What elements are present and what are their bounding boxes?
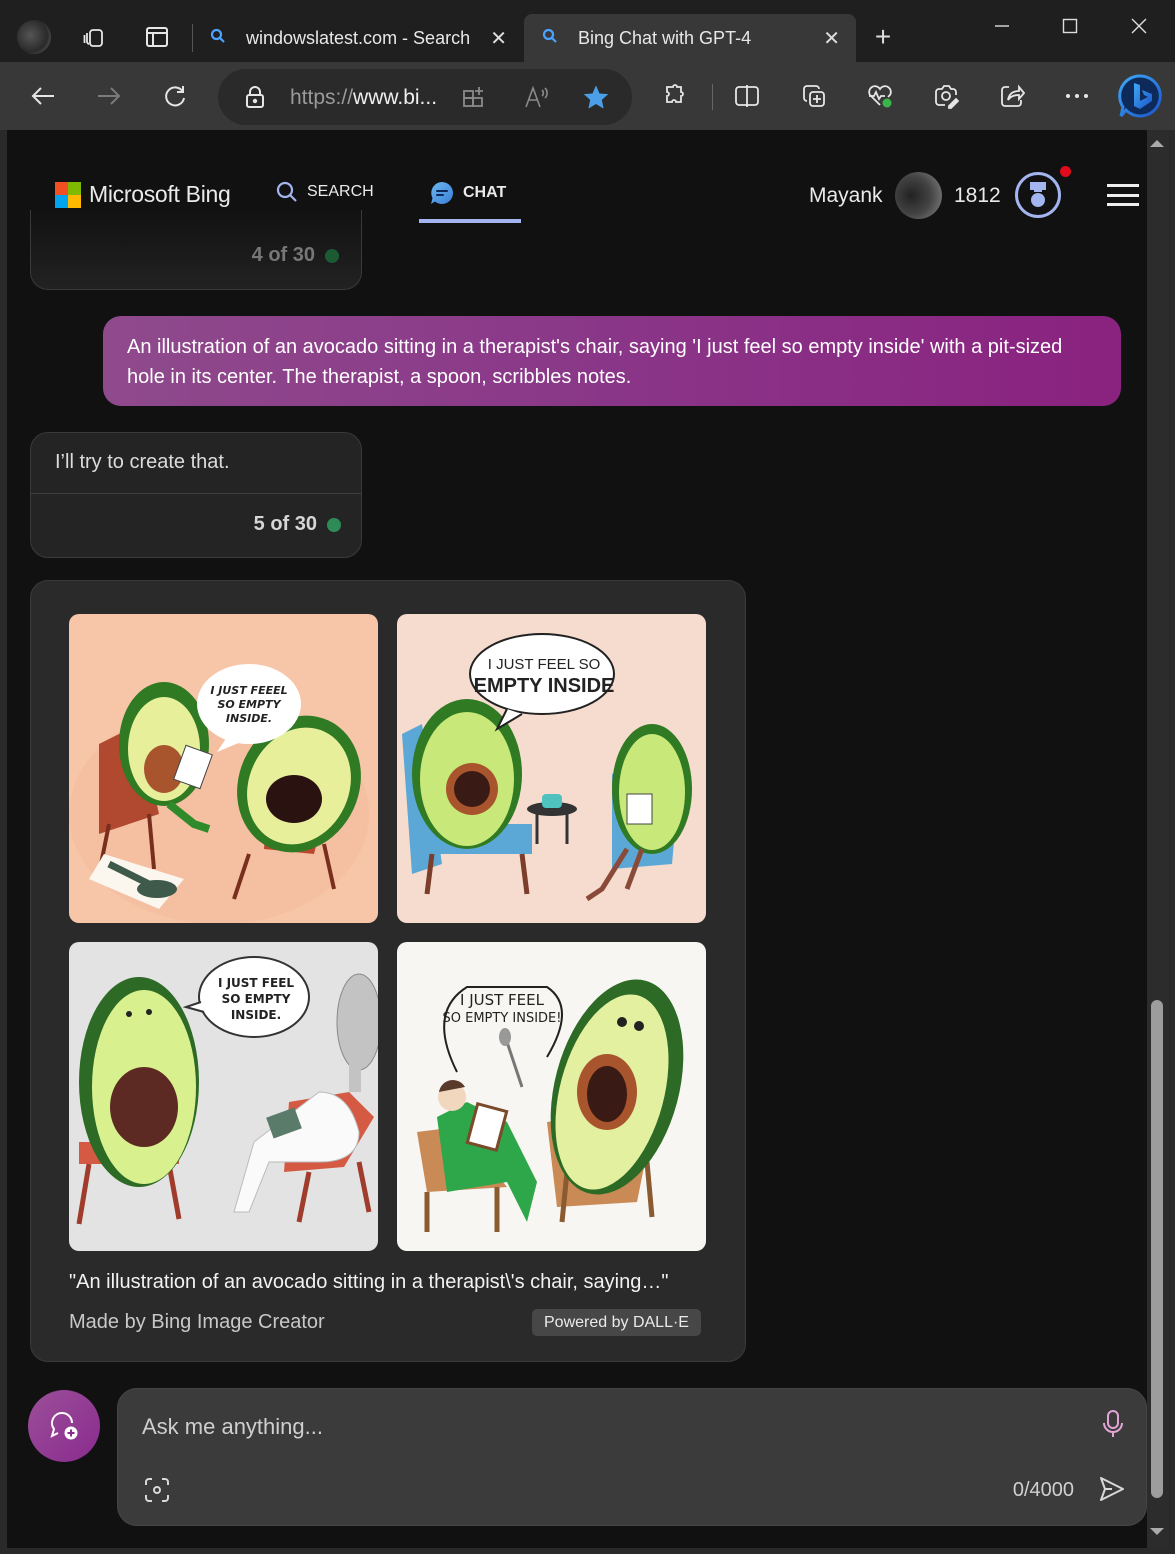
speech-text: INSIDE. <box>226 712 272 725</box>
search-favicon-icon <box>210 28 232 49</box>
speech-text: I JUST FEEL <box>218 976 294 990</box>
split-screen-icon[interactable] <box>729 78 765 114</box>
bot-reply-text: I’ll try to create that. <box>55 451 230 473</box>
generated-image-3[interactable]: I JUST FEEL SO EMPTY INSIDE. <box>69 942 378 1251</box>
bot-reply-card: I’ll try to create that. 5 of 30 <box>30 432 362 558</box>
tab-title: windowslatest.com - Search <box>246 27 471 48</box>
favorite-star-icon[interactable] <box>582 83 610 116</box>
user-name[interactable]: Mayank <box>809 184 883 208</box>
speech-text: I JUST FEEL <box>460 991 545 1009</box>
screenshot-icon[interactable] <box>928 78 964 114</box>
turn-counter: 4 of 30 <box>252 244 339 267</box>
close-tab-icon[interactable]: ✕ <box>490 26 507 51</box>
tab-separator <box>192 24 193 52</box>
browser-toolbar: https://www.bi... <box>0 62 1175 130</box>
card-divider <box>31 493 361 494</box>
new-chat-icon <box>50 1412 78 1440</box>
scroll-up-arrow[interactable] <box>1150 140 1164 147</box>
tab-windowslatest-search[interactable]: windowslatest.com - Search ✕ <box>198 14 523 62</box>
collections-icon[interactable] <box>796 78 832 114</box>
refresh-button[interactable] <box>157 78 193 114</box>
close-window-button[interactable] <box>1119 10 1159 42</box>
lock-icon[interactable] <box>244 85 266 114</box>
toolbar-separator <box>712 84 713 110</box>
turn-counter: 5 of 30 <box>254 513 341 536</box>
visual-search-icon[interactable] <box>144 1477 170 1508</box>
speech-text: I JUST FEEL SO <box>488 656 601 673</box>
page-scrollbar[interactable] <box>1147 130 1169 1548</box>
tab-title: Bing Chat with GPT-4 <box>578 27 752 48</box>
menu-icon[interactable] <box>1107 184 1139 206</box>
microsoft-bing-logo[interactable]: Microsoft Bing <box>55 181 231 208</box>
notification-dot <box>1060 166 1071 177</box>
status-dot <box>325 248 339 263</box>
nav-tab-chat[interactable]: CHAT <box>429 180 506 206</box>
vertical-tabs-icon[interactable] <box>142 22 172 52</box>
speech-text: INSIDE. <box>231 1008 281 1022</box>
workspaces-icon[interactable] <box>79 22 109 52</box>
close-tab-icon[interactable]: ✕ <box>823 26 840 51</box>
send-icon <box>1100 1477 1124 1501</box>
browser-essentials-icon[interactable] <box>862 78 898 114</box>
generated-image-1[interactable]: I JUST FEEEL SO EMPTY INSIDE. <box>69 614 378 923</box>
minimize-button[interactable] <box>982 10 1022 42</box>
rewards-points[interactable]: 1812 <box>954 184 1001 208</box>
image-creator-credit: Made by Bing Image Creator <box>69 1311 325 1333</box>
speech-text: SO EMPTY <box>222 992 291 1006</box>
rewards-medal-icon[interactable] <box>1015 172 1061 218</box>
tab-bing-chat[interactable]: Bing Chat with GPT-4 ✕ <box>524 14 856 62</box>
back-button[interactable] <box>25 78 61 114</box>
nav-tab-label: CHAT <box>463 184 507 201</box>
powered-by-dalle-badge: Powered by DALL·E <box>532 1309 701 1336</box>
generated-image-grid: I JUST FEEEL SO EMPTY INSIDE. I JUST FEE… <box>69 614 706 1251</box>
maximize-button[interactable] <box>1050 10 1090 42</box>
nav-tab-search[interactable]: SEARCH <box>275 180 374 204</box>
brand-name: Microsoft Bing <box>89 181 231 207</box>
chat-composer: 0/4000 <box>117 1388 1147 1526</box>
read-aloud-icon[interactable] <box>524 85 550 114</box>
speech-text: SO EMPTY INSIDE! <box>443 1011 562 1026</box>
ask-me-anything-input[interactable] <box>142 1407 1042 1447</box>
scroll-down-arrow[interactable] <box>1150 1528 1164 1535</box>
nav-tab-label: SEARCH <box>307 183 374 200</box>
extensions-icon[interactable] <box>657 78 693 114</box>
search-icon <box>276 181 297 202</box>
new-topic-button[interactable] <box>28 1390 100 1462</box>
generated-image-2[interactable]: I JUST FEEL SO EMPTY INSIDE <box>397 614 706 923</box>
window-border <box>0 1548 1175 1554</box>
speech-text: I JUST FEEEL <box>210 684 287 697</box>
speech-text: SO EMPTY <box>217 698 281 711</box>
window-border <box>0 130 7 1554</box>
speech-text: EMPTY INSIDE <box>474 675 615 697</box>
microphone-icon[interactable] <box>1102 1409 1124 1444</box>
window-border <box>1169 130 1175 1554</box>
user-avatar[interactable] <box>895 172 942 219</box>
search-favicon-icon <box>542 28 564 49</box>
image-caption-link[interactable]: "An illustration of an avocado sitting i… <box>69 1271 668 1294</box>
chat-bubble-icon <box>431 182 453 204</box>
url-text[interactable]: https://www.bi... <box>290 86 437 110</box>
user-message: An illustration of an avocado sitting in… <box>103 316 1121 406</box>
forward-button[interactable] <box>91 78 127 114</box>
image-creator-card: I JUST FEEEL SO EMPTY INSIDE. I JUST FEE… <box>30 580 746 1362</box>
active-tab-indicator <box>419 219 521 223</box>
send-button[interactable] <box>1098 1475 1126 1508</box>
scrollbar-thumb[interactable] <box>1151 1000 1163 1498</box>
share-icon[interactable] <box>994 78 1030 114</box>
browser-profile-avatar[interactable] <box>17 20 51 54</box>
generated-image-4[interactable]: I JUST FEEL SO EMPTY INSIDE! <box>397 942 706 1251</box>
bing-copilot-icon[interactable] <box>1116 72 1164 120</box>
more-options-icon[interactable] <box>1059 78 1095 114</box>
previous-reply-card: 4 of 30 <box>30 210 362 290</box>
address-bar[interactable]: https://www.bi... <box>218 69 632 125</box>
microsoft-logo-icon <box>55 181 81 208</box>
new-tab-button[interactable]: + <box>868 22 898 52</box>
browser-titlebar: windowslatest.com - Search ✕ Bing Chat w… <box>0 0 1175 62</box>
app-available-icon[interactable] <box>462 85 486 114</box>
status-dot <box>327 517 341 532</box>
character-count: 0/4000 <box>1012 1479 1074 1501</box>
bing-chat-page: 4 of 30 Microsoft Bing SEARCH CHAT Mayan… <box>7 130 1147 1548</box>
